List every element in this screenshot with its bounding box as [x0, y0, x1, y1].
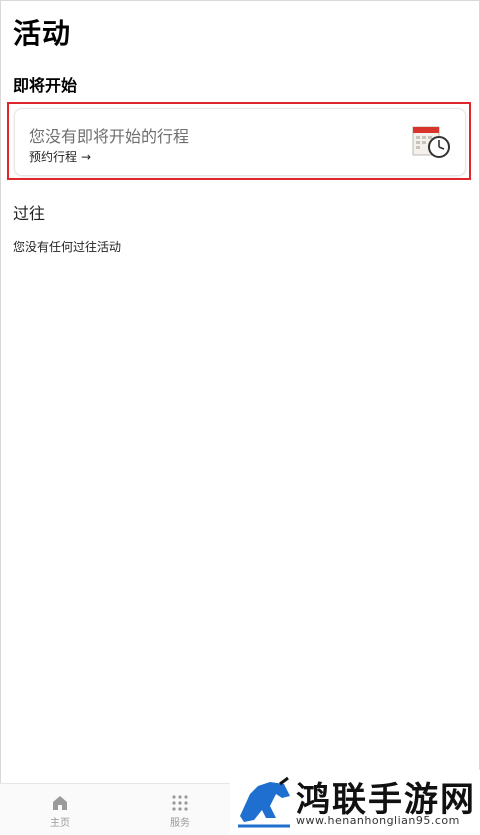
past-section-title: 过往: [13, 204, 46, 223]
grid-icon: [172, 795, 188, 811]
upcoming-section-title: 即将开始: [13, 76, 78, 95]
tab-home[interactable]: 主页: [30, 794, 90, 829]
watermark: 鸿联手游网 www.henanhonglian95.com: [230, 770, 480, 834]
tab-services[interactable]: 服务: [150, 794, 210, 829]
page-title: 活动: [13, 17, 72, 50]
past-empty-message: 您没有任何过往活动: [13, 240, 122, 254]
highlight-frame: [7, 102, 471, 180]
watermark-url: www.henanhonglian95.com: [296, 814, 460, 827]
tab-home-label: 主页: [50, 818, 70, 829]
home-icon: [53, 796, 67, 810]
tab-services-label: 服务: [170, 818, 190, 829]
bull-logo-icon: [238, 776, 290, 828]
